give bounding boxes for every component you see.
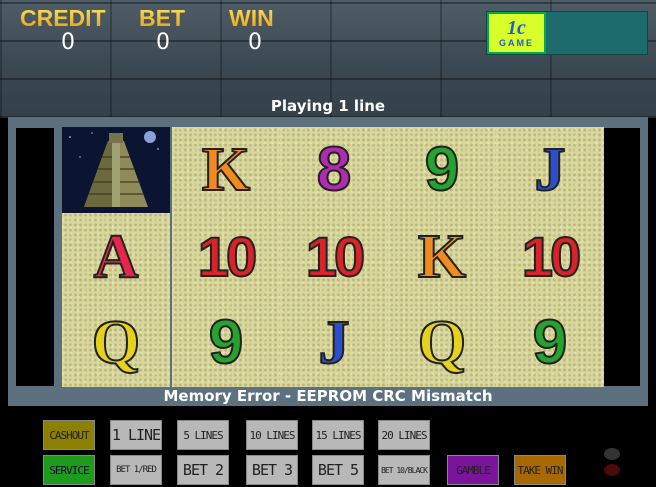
- reel-2-symbol-1: K: [172, 127, 280, 213]
- gamble-button[interactable]: GAMBLE: [447, 455, 499, 485]
- reel-5-symbol-2: 10: [496, 214, 604, 300]
- reel-1-symbol-2: A: [62, 214, 170, 300]
- 10-lines-button[interactable]: 10 LINES: [246, 420, 298, 450]
- bet-3-button[interactable]: BET 3: [246, 455, 298, 485]
- win-value: 0: [248, 30, 262, 55]
- reel-2-symbol-3: 9: [172, 300, 280, 386]
- reel-4: 9 K Q: [388, 127, 496, 387]
- 5-lines-button[interactable]: 5 LINES: [177, 420, 229, 450]
- nine-symbol: 9: [532, 308, 569, 377]
- left-line-indicator: [16, 128, 54, 386]
- queen-symbol: Q: [417, 309, 467, 377]
- reel-4-symbol-2: K: [388, 214, 496, 300]
- right-line-indicator: [602, 128, 640, 386]
- reel-3-symbol-3: J: [280, 300, 388, 386]
- indicator-light-red: [604, 464, 620, 476]
- bet-2-button[interactable]: BET 2: [177, 455, 229, 485]
- ace-symbol: A: [93, 223, 140, 291]
- take-win-button[interactable]: TAKE WIN: [514, 455, 566, 485]
- reel-4-symbol-3: Q: [388, 300, 496, 386]
- bet-10-black-button[interactable]: BET 10/BLACK: [378, 455, 430, 485]
- cashout-button[interactable]: CASHOUT: [43, 420, 95, 450]
- service-button[interactable]: SERVICE: [43, 455, 95, 485]
- status-message: Memory Error - EEPROM CRC Mismatch: [8, 387, 648, 406]
- reel-1: A Q: [62, 127, 170, 387]
- credit-value: 0: [61, 30, 75, 55]
- pyramid-icon: [62, 127, 170, 213]
- ten-symbol: 10: [197, 225, 258, 288]
- reel-1-symbol-1: [62, 127, 170, 213]
- credit-label: CREDIT: [20, 5, 106, 31]
- jack-symbol: J: [318, 309, 351, 377]
- logo-mark: 1c: [507, 17, 526, 39]
- indicator-light-off: [604, 448, 620, 460]
- reel-2: K 10 9: [172, 127, 280, 387]
- reel-1-symbol-3: Q: [62, 300, 170, 386]
- ten-symbol: 10: [521, 225, 582, 288]
- nine-symbol: 9: [208, 308, 245, 377]
- win-label: WIN: [229, 5, 274, 31]
- reel-5-symbol-3: 9: [496, 300, 604, 386]
- bet-5-button[interactable]: BET 5: [312, 455, 364, 485]
- bet-value: 0: [156, 30, 170, 55]
- 15-lines-button[interactable]: 15 LINES: [312, 420, 364, 450]
- nine-symbol: 9: [424, 135, 461, 204]
- reel-3-symbol-2: 10: [280, 214, 388, 300]
- 1-line-button[interactable]: 1 LINE: [110, 420, 162, 450]
- ten-symbol: 10: [305, 225, 366, 288]
- reel-5-symbol-1: J: [496, 127, 604, 213]
- reel-4-symbol-1: 9: [388, 127, 496, 213]
- reel-3-symbol-1: 8: [280, 127, 388, 213]
- bet-label: BET: [139, 5, 185, 31]
- jack-symbol: J: [534, 136, 567, 204]
- reel-5: J 10 9: [496, 127, 604, 387]
- 1c-game-logo: 1c GAME: [487, 12, 546, 54]
- reel-3: 8 10 J: [280, 127, 388, 387]
- king-symbol: K: [201, 136, 251, 204]
- reel-2-symbol-2: 10: [172, 214, 280, 300]
- playing-lines-text: Playing 1 line: [270, 97, 386, 115]
- eight-symbol: 8: [316, 135, 353, 204]
- logo-word: GAME: [499, 38, 534, 48]
- game-logo-panel: 1c GAME: [486, 11, 648, 55]
- bet-1-red-button[interactable]: BET 1/RED: [110, 455, 162, 485]
- king-symbol: K: [417, 223, 467, 291]
- 20-lines-button[interactable]: 20 LINES: [378, 420, 430, 450]
- queen-symbol: Q: [91, 309, 141, 377]
